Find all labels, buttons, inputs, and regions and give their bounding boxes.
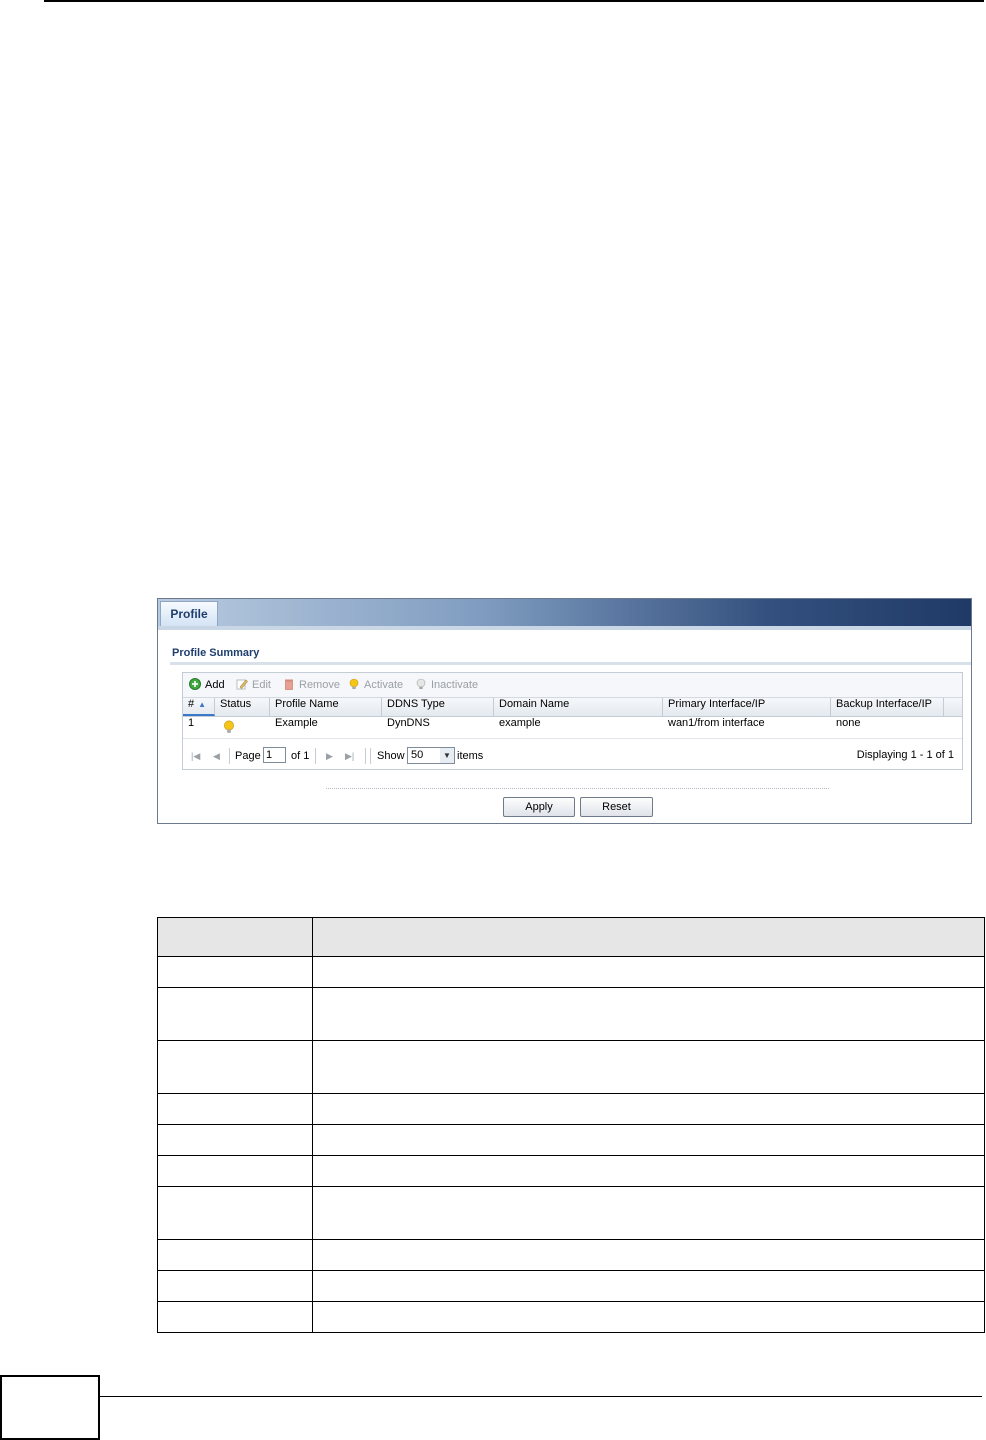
table-header-cell — [312, 917, 985, 957]
bulb-off-icon — [416, 678, 426, 689]
edit-label: Edit — [252, 679, 271, 691]
button-divider — [326, 788, 829, 789]
reset-button[interactable]: Reset — [580, 797, 653, 817]
chevron-down-icon: ▼ — [440, 748, 454, 763]
grid-header: # ▲ Status Profile Name DDNS Type Domain … — [183, 697, 962, 717]
tab-profile[interactable]: Profile — [160, 601, 218, 626]
table-header-cell — [157, 917, 313, 957]
cell-backup-interface: none — [836, 717, 861, 729]
inactivate-button[interactable]: Inactivate — [415, 678, 478, 692]
column-header-profile-name[interactable]: Profile Name — [270, 698, 382, 716]
pager-separator — [365, 748, 366, 764]
field-description-table — [157, 917, 985, 1333]
table-row — [157, 1040, 985, 1094]
table-row — [157, 1270, 985, 1302]
cell-ddns-type: DynDNS — [387, 717, 430, 729]
apply-button[interactable]: Apply — [503, 797, 575, 817]
profile-panel: Profile Profile Summary Add Edit Remove … — [157, 598, 972, 824]
edit-button[interactable]: Edit — [236, 678, 271, 692]
page-input[interactable]: 1 — [263, 747, 286, 763]
cell-domain-name: example — [499, 717, 541, 729]
table-row[interactable]: 1 Example DynDNS example wan1/from inter… — [183, 717, 962, 739]
add-button[interactable]: Add — [189, 678, 225, 692]
pager: |◀ ◀ Page 1 of 1 ▶ ▶| Show 50 ▼ items Dis… — [183, 745, 962, 767]
table-row — [157, 1155, 985, 1187]
section-divider — [170, 662, 971, 665]
table-row — [157, 1093, 985, 1125]
page-size-value: 50 — [411, 749, 424, 761]
add-label: Add — [205, 679, 225, 691]
pager-separator — [229, 748, 230, 764]
pager-separator — [370, 748, 371, 764]
column-header-domain-name[interactable]: Domain Name — [494, 698, 663, 716]
grid-toolbar: Add Edit Remove Activate Inactivate — [183, 673, 962, 697]
profile-grid: Add Edit Remove Activate Inactivate # ▲ S… — [182, 672, 963, 770]
inactivate-label: Inactivate — [431, 679, 479, 691]
displaying-count: Displaying 1 - 1 of 1 — [856, 749, 954, 761]
activate-button[interactable]: Activate — [348, 678, 403, 692]
table-row — [157, 1239, 985, 1271]
last-page-icon[interactable]: ▶| — [345, 749, 354, 763]
section-title: Profile Summary — [172, 647, 260, 659]
page-label: Page — [235, 750, 261, 762]
cell-status — [215, 717, 270, 738]
show-label: Show — [377, 750, 405, 762]
table-row — [157, 987, 985, 1041]
table-row — [157, 956, 985, 988]
column-header-number[interactable]: # ▲ — [183, 698, 215, 716]
prev-page-icon[interactable]: ◀ — [213, 749, 220, 763]
column-header-backup-interface[interactable]: Backup Interface/IP — [831, 698, 944, 716]
column-label: # — [188, 698, 195, 710]
table-row — [157, 1301, 985, 1333]
page-size-select[interactable]: 50 ▼ — [407, 747, 455, 764]
activate-label: Activate — [364, 679, 404, 691]
column-header-primary-interface[interactable]: Primary Interface/IP — [663, 698, 831, 716]
page-number-box — [0, 1375, 100, 1440]
first-page-icon[interactable]: |◀ — [191, 749, 200, 763]
bulb-on-icon — [224, 720, 234, 733]
remove-label: Remove — [299, 679, 340, 691]
page-count-label: of 1 — [291, 750, 310, 762]
add-icon — [189, 678, 201, 690]
trash-icon — [285, 679, 293, 690]
panel-header: Profile — [158, 599, 971, 626]
table-header-row — [157, 917, 985, 957]
top-rule — [44, 0, 984, 2]
items-label: items — [457, 750, 484, 762]
cell-number: 1 — [188, 717, 195, 729]
next-page-icon[interactable]: ▶ — [326, 749, 333, 763]
table-row — [157, 1186, 985, 1240]
table-row — [157, 1124, 985, 1156]
cell-profile-name: Example — [275, 717, 318, 729]
cell-primary-interface: wan1/from interface — [668, 717, 765, 729]
edit-icon — [236, 679, 248, 690]
column-header-status[interactable]: Status — [215, 698, 270, 716]
footer-rule — [100, 1396, 982, 1397]
bulb-on-icon — [349, 678, 359, 689]
column-header-ddns-type[interactable]: DDNS Type — [382, 698, 494, 716]
panel-header-underline — [158, 626, 971, 630]
sort-ascending-icon: ▲ — [198, 700, 207, 709]
remove-button[interactable]: Remove — [283, 678, 340, 692]
pager-separator — [315, 748, 316, 764]
